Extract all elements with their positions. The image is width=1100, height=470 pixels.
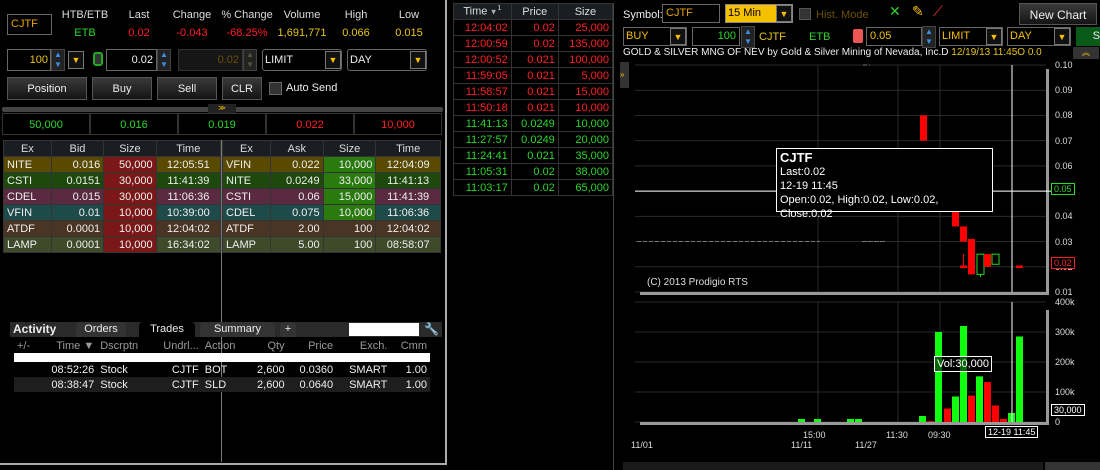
price-baseline (640, 292, 1049, 295)
volume-bar (984, 382, 991, 422)
price-tick: 0.03 (1055, 236, 1073, 247)
volume-bar (855, 419, 862, 422)
candle (991, 253, 1000, 265)
candle (960, 226, 967, 242)
candle (960, 265, 967, 269)
volume-tick: 300k (1055, 327, 1075, 337)
volume-bar (1000, 419, 1007, 422)
volume-bar (952, 396, 959, 422)
volume-bar (847, 419, 854, 422)
tooltip-last: Last:0.02 (780, 166, 826, 178)
volume-bar (935, 332, 942, 422)
volume-bar (976, 376, 983, 422)
tooltip-symbol: CJTF (780, 150, 813, 165)
time-tick: 11:30 (886, 430, 908, 440)
time-tick: 15:00 (803, 430, 826, 440)
price-tick: 0.08 (1055, 110, 1073, 121)
volume-bar (919, 416, 926, 422)
volume-tooltip: Vol:30,000 (934, 356, 992, 372)
volume-tick: 0 (1055, 417, 1061, 427)
candle (976, 253, 985, 275)
price-tick: 0.01 (1055, 287, 1073, 297)
candle (984, 254, 991, 267)
time-tick: 09:30 (928, 430, 951, 440)
volume-tick: 400k (1055, 297, 1075, 307)
volume-bar (1016, 336, 1023, 422)
copyright-text: (C) 2013 Prodigio RTS (647, 277, 748, 288)
price-axis-line (1046, 69, 1049, 292)
price-tick: 0.09 (1055, 85, 1073, 96)
volume-axis-line (1046, 310, 1049, 422)
volume-bar (944, 408, 951, 422)
date-tick: 11/11 (791, 440, 813, 450)
price-volume-chart[interactable] (0, 0, 1100, 470)
chart-scrollbar[interactable] (623, 462, 1043, 470)
chart-tooltip: CJTF Last:0.02 12-19 11:45 Open:0.02, Hi… (776, 148, 993, 220)
zoom-buttons[interactable] (1045, 462, 1100, 470)
candle (1016, 265, 1023, 269)
price-tick: 0.07 (1055, 135, 1073, 146)
crosshair-price-tag: 0.05 (1051, 183, 1075, 195)
volume-tag: 30,000 (1051, 404, 1085, 416)
volume-bar (798, 419, 805, 422)
time-tag: 12-19 11:45 (985, 426, 1039, 438)
price-tick: 0.10 (1055, 60, 1073, 70)
volume-tick: 100k (1055, 387, 1075, 397)
tooltip-time: 12-19 11:45 (780, 180, 838, 192)
date-tick: 11/01 (631, 440, 653, 450)
volume-bar (814, 419, 821, 422)
last-price-tag: 0.02 (1051, 257, 1075, 269)
candle (920, 115, 927, 141)
price-tick: 0.04 (1055, 211, 1073, 222)
tooltip-ohlc: Open:0.02, High:0.02, Low:0.02, Close:0.… (780, 194, 939, 220)
volume-bar (960, 326, 967, 422)
volume-bar (927, 421, 934, 422)
volume-baseline (640, 422, 1049, 425)
date-tick: 11/27 (855, 440, 877, 450)
candle (968, 239, 975, 275)
price-tick: 0.06 (1055, 160, 1073, 171)
volume-bar (992, 405, 999, 422)
volume-bar (968, 395, 975, 422)
volume-tick: 200k (1055, 357, 1075, 367)
